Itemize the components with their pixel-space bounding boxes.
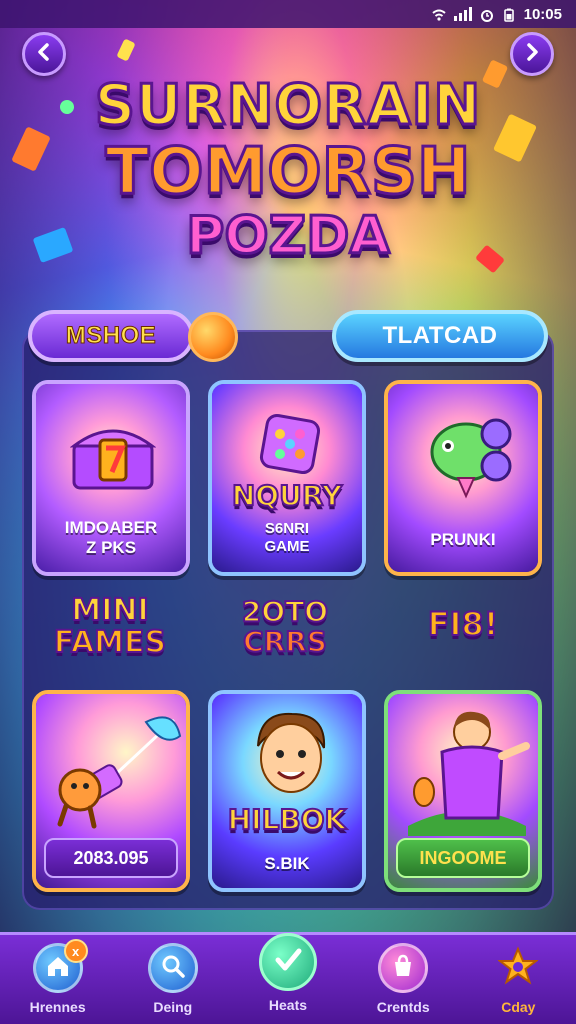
bag-icon	[390, 953, 416, 984]
bottom-nav: x Hrennes Deing Heats Crentds Cday	[0, 932, 576, 1024]
card-caption-line-1: IMDOABER	[64, 518, 158, 537]
card-caption-line-2: GAME	[264, 538, 310, 555]
card-caption: PRUNKI	[388, 530, 538, 550]
ice-cream-cat-icon	[46, 714, 186, 839]
game-card-robot[interactable]: PRUNKI	[384, 380, 542, 576]
mini-games-line-2: FAMES	[53, 625, 167, 660]
signal-icon	[453, 7, 472, 21]
nav-label: Heats	[268, 997, 308, 1013]
card-caption-line-1: PRUNKI	[430, 530, 496, 549]
card-caption-line-1: S6NRI	[264, 520, 310, 537]
search-icon	[160, 953, 186, 984]
card-plate: INGOOME	[396, 838, 530, 878]
center-promo-label: 2OTO CRRS	[220, 595, 350, 658]
boy-character-icon	[246, 708, 336, 805]
card-caption-line-1: S.BIK	[264, 854, 310, 873]
card-caption: S6NRI GAME	[212, 520, 362, 556]
notification-badge: x	[63, 939, 88, 963]
status-time: 10:05	[523, 5, 562, 23]
nav-label: Cday	[501, 999, 536, 1015]
title-line-3: POZDA	[185, 206, 391, 266]
game-card-dice[interactable]: NQURY S6NRI GAME	[208, 380, 366, 576]
forward-button[interactable]	[510, 32, 554, 76]
nav-label: Crentds	[376, 999, 430, 1015]
game-card-chest[interactable]: IMDOABER Z PKS	[32, 380, 190, 576]
star-icon	[497, 945, 540, 991]
tab-mshoe[interactable]: MSHOE	[28, 310, 194, 362]
check-icon	[273, 945, 303, 980]
nav-cday[interactable]: Cday	[468, 943, 568, 1015]
card-caption: IMDOABER Z PKS	[36, 518, 186, 559]
back-button[interactable]	[22, 32, 66, 76]
card-plate: 2083.095	[44, 838, 178, 878]
alarm-icon	[480, 8, 494, 22]
game-card-hero[interactable]: INGOOME	[384, 690, 542, 892]
coin-icon	[188, 312, 238, 362]
mini-games-label: MINI FAMES	[40, 593, 180, 660]
battery-icon	[502, 8, 516, 22]
nav-crentds[interactable]: Crentds	[353, 943, 453, 1015]
card-caption-line-2: Z PKS	[85, 538, 137, 558]
card-caption: S.BIK	[212, 854, 362, 874]
nav-label: Deing	[153, 999, 193, 1015]
game-card-boy[interactable]: HILBOK S.BIK	[208, 690, 366, 892]
card-title: HILBOK	[227, 803, 348, 836]
nav-cday-circle	[493, 943, 543, 993]
mini-games-line-1: MINI	[70, 593, 149, 628]
dice-icon	[258, 412, 322, 481]
title-line-2: TOMORSH	[104, 135, 472, 209]
center-promo-line-1: 2OTO	[241, 595, 329, 628]
caped-hero-icon	[402, 706, 532, 841]
nav-search[interactable]: Deing	[123, 943, 223, 1015]
center-promo-line-2: CRRS	[242, 625, 328, 658]
chevron-right-icon	[523, 42, 541, 66]
game-title: SURNORAIN TOMORSH POZDA	[0, 73, 576, 266]
green-robot-icon	[418, 410, 514, 505]
tab-tlatcad[interactable]: TLATCAD	[332, 310, 548, 362]
confetti	[116, 38, 136, 62]
chevron-left-icon	[35, 42, 53, 66]
game-card-ice-cream[interactable]: 2083.095	[32, 690, 190, 892]
nav-heats-circle	[258, 933, 317, 991]
nav-label: Hrennes	[29, 999, 86, 1015]
wifi-icon	[431, 8, 446, 21]
title-line-1: SURNORAIN	[93, 73, 482, 138]
right-promo-label: FI8!	[427, 605, 500, 643]
nav-home[interactable]: x Hrennes	[8, 939, 108, 1015]
nav-crentds-circle	[378, 943, 429, 993]
nav-search-circle	[147, 943, 198, 993]
card-title: NQURY	[231, 479, 343, 512]
treasure-chest-icon	[69, 422, 157, 497]
status-bar: 10:05	[0, 0, 576, 28]
nav-heats[interactable]: Heats	[238, 933, 338, 1013]
